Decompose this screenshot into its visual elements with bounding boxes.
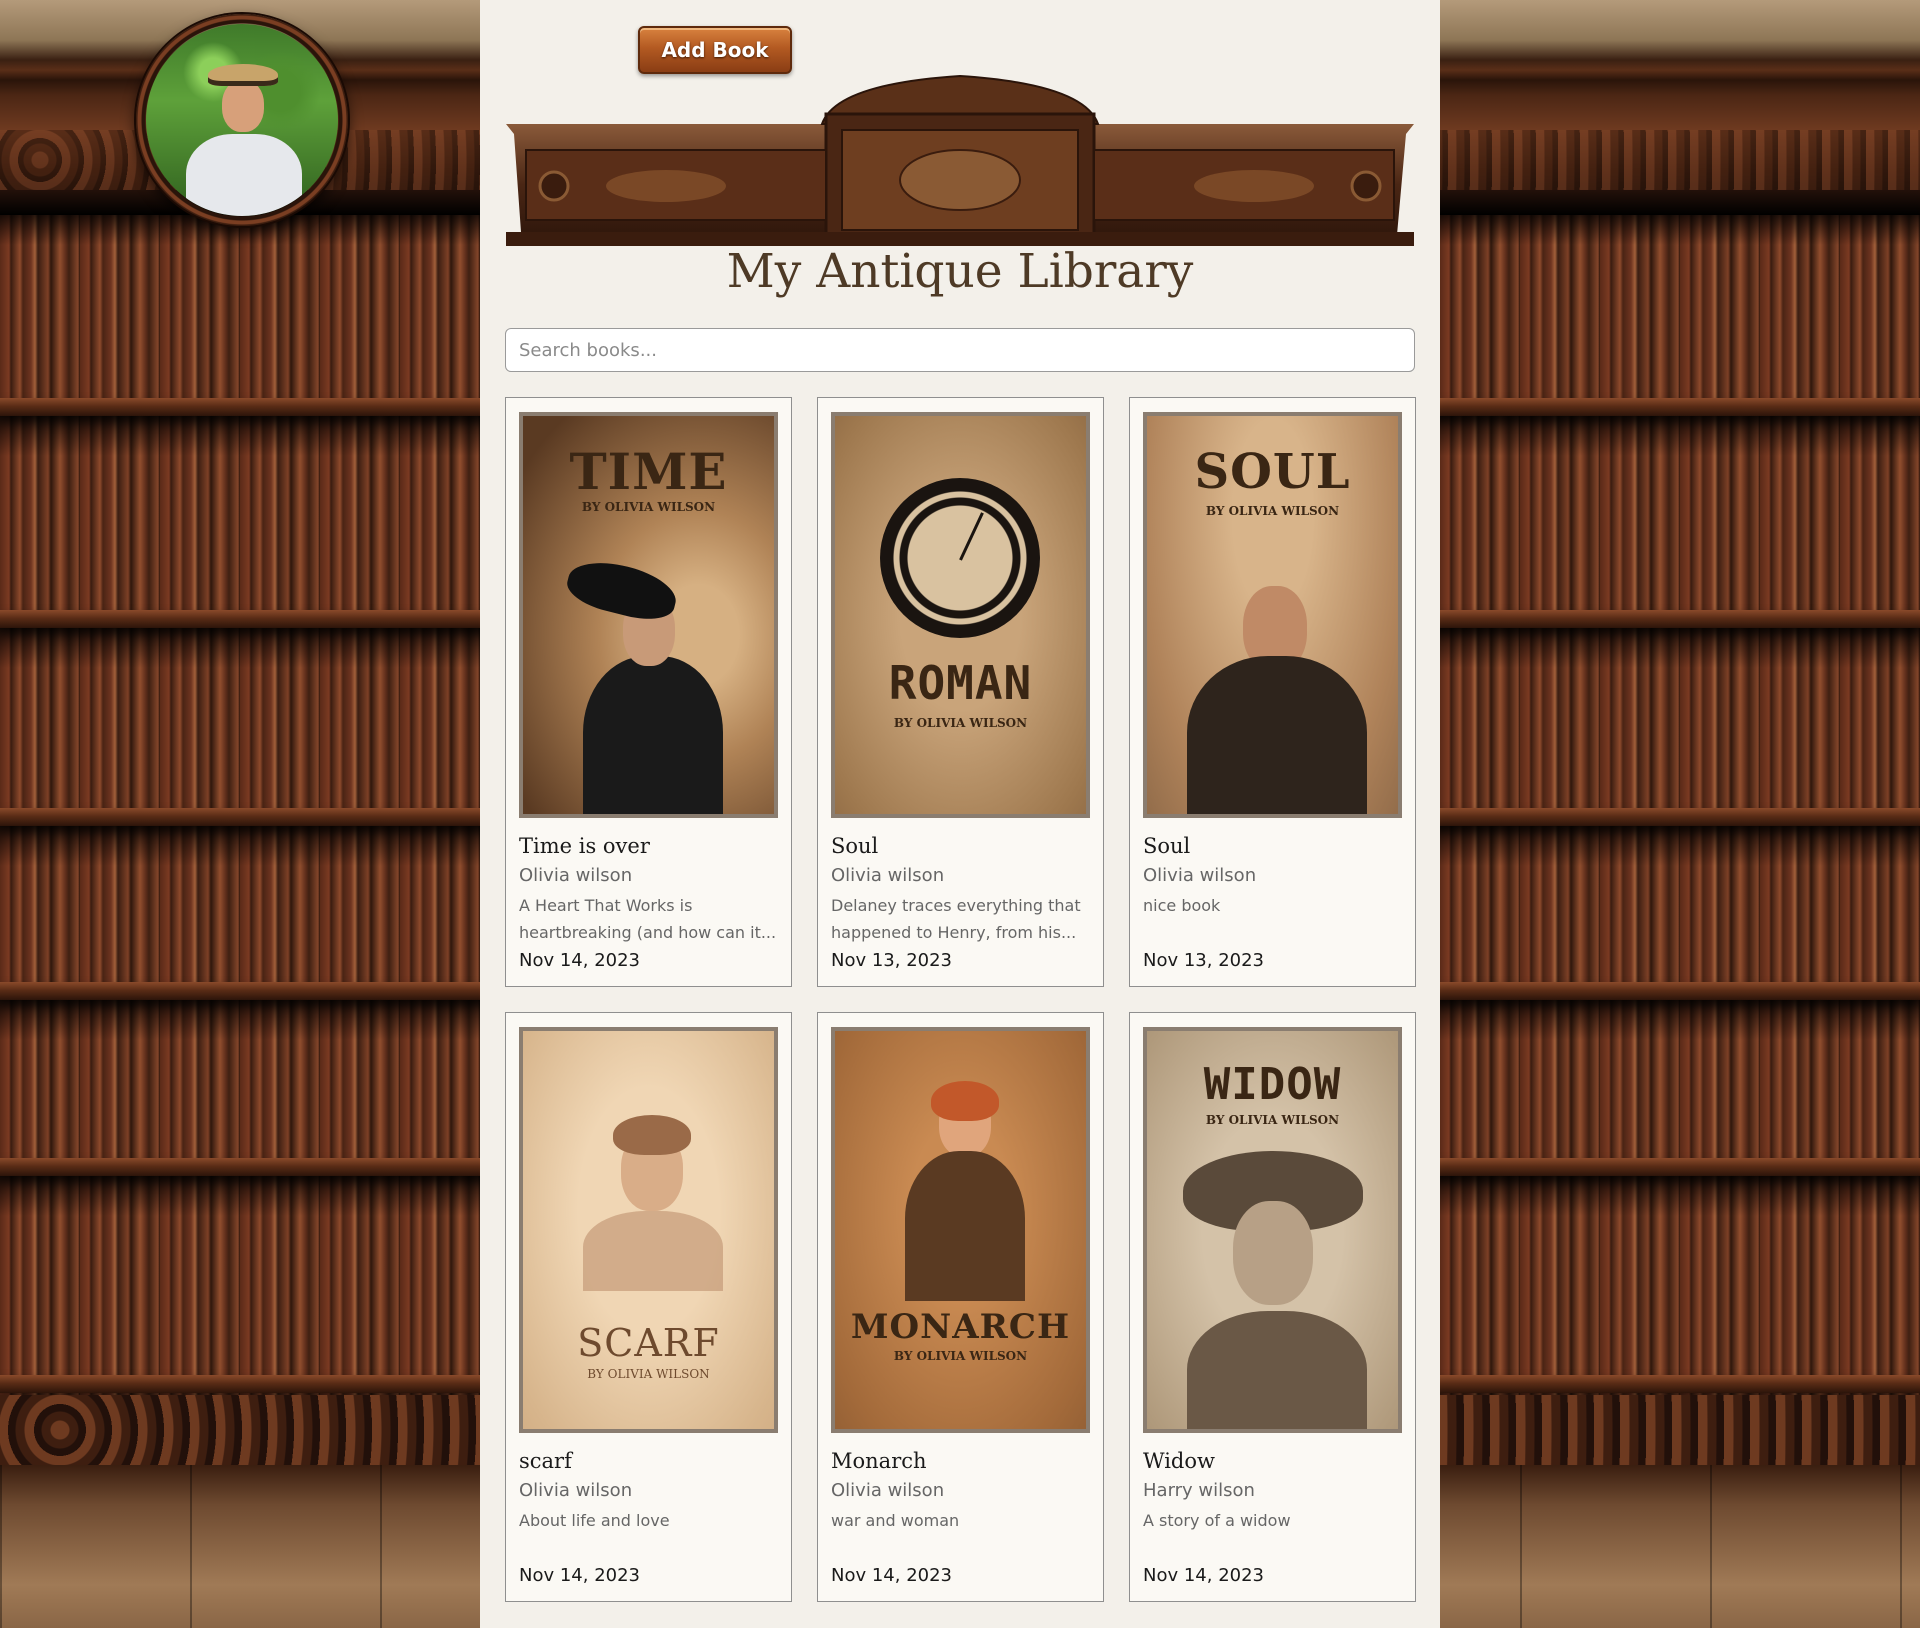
cover-byline: BY OLIVIA WILSON — [1205, 1113, 1340, 1127]
page-title: My Antique Library — [726, 244, 1194, 299]
cover-byline: BY OLIVIA WILSON — [1205, 504, 1340, 518]
book-date: Nov 13, 2023 — [1143, 950, 1265, 971]
figure-face — [1233, 1201, 1313, 1305]
figure-body — [1187, 1311, 1367, 1429]
book-date: Nov 14, 2023 — [1143, 1565, 1265, 1586]
book-title: Soul — [1143, 834, 1191, 858]
figure-body — [583, 1211, 723, 1291]
mantel-ornament-graphic — [506, 74, 1414, 246]
book-card[interactable]: WIDOW BY OLIVIA WILSON Widow Harry wilso… — [1129, 1012, 1416, 1602]
book-card[interactable]: MONARCH BY OLIVIA WILSON Monarch Olivia … — [817, 1012, 1104, 1602]
cover-title: SCARF — [577, 1321, 720, 1365]
avatar-hat — [208, 64, 278, 86]
cover-title: MONARCH — [850, 1307, 1071, 1347]
cover-title: ROMAN — [888, 656, 1033, 710]
cover-title: WIDOW — [1203, 1059, 1342, 1110]
book-author: Olivia wilson — [831, 1480, 945, 1501]
mantel-ornament — [506, 74, 1414, 246]
cover-byline: BY OLIVIA WILSON — [893, 716, 1028, 730]
figure-body — [583, 656, 723, 814]
book-description: nice book — [1143, 896, 1221, 915]
book-description: A story of a widow — [1143, 1511, 1291, 1530]
avatar-shirt — [186, 134, 302, 216]
figure-body — [905, 1151, 1025, 1301]
figure-hair — [931, 1081, 999, 1121]
book-date: Nov 13, 2023 — [831, 950, 953, 971]
book-date: Nov 14, 2023 — [519, 1565, 641, 1586]
book-title: scarf — [519, 1449, 572, 1473]
book-title: Time is over — [519, 834, 650, 858]
figure-scarf — [613, 1115, 691, 1155]
book-card[interactable]: SOUL BY OLIVIA WILSON Soul Olivia wilson… — [1129, 397, 1416, 987]
book-author: Olivia wilson — [1143, 865, 1257, 886]
book-title: Soul — [831, 834, 879, 858]
book-cover: MONARCH BY OLIVIA WILSON — [831, 1027, 1090, 1433]
book-cover: WIDOW BY OLIVIA WILSON — [1143, 1027, 1402, 1433]
figure-body — [1187, 656, 1367, 814]
book-title: Widow — [1143, 1449, 1215, 1473]
book-date: Nov 14, 2023 — [831, 1565, 953, 1586]
search-input[interactable] — [505, 328, 1415, 372]
book-description: war and woman — [831, 1511, 960, 1530]
book-cover: SOUL BY OLIVIA WILSON — [1143, 412, 1402, 818]
book-author: Olivia wilson — [831, 865, 945, 886]
book-author: Harry wilson — [1143, 1480, 1255, 1501]
book-title: Monarch — [831, 1449, 927, 1473]
cover-title: SOUL — [1194, 444, 1351, 500]
figure-hat — [562, 553, 682, 627]
book-description: Delaney traces everything that happened … — [831, 896, 1081, 942]
cover-byline: BY OLIVIA WILSON — [581, 500, 716, 514]
book-cover: SCARF BY OLIVIA WILSON — [519, 1027, 778, 1433]
book-grid: TIME BY OLIVIA WILSON Time is over Olivi… — [505, 397, 1416, 1602]
add-book-button[interactable]: Add Book — [638, 26, 792, 74]
book-date: Nov 14, 2023 — [519, 950, 641, 971]
cover-title: TIME — [569, 442, 728, 501]
book-cover: ROMAN BY OLIVIA WILSON — [831, 412, 1090, 818]
avatar-face — [222, 80, 264, 132]
book-card[interactable]: ROMAN BY OLIVIA WILSON Soul Olivia wilso… — [817, 397, 1104, 987]
avatar[interactable] — [136, 14, 348, 226]
book-description: About life and love — [519, 1511, 670, 1530]
book-author: Olivia wilson — [519, 865, 633, 886]
book-cover: TIME BY OLIVIA WILSON — [519, 412, 778, 818]
cover-byline: BY OLIVIA WILSON — [587, 1367, 710, 1381]
avatar-photo — [146, 24, 338, 216]
book-author: Olivia wilson — [519, 1480, 633, 1501]
book-description: A Heart That Works is heartbreaking (and… — [519, 896, 777, 942]
cover-byline: BY OLIVIA WILSON — [893, 1349, 1028, 1363]
main-panel: Add Book My Antique Library Search books… — [480, 0, 1440, 1628]
book-card[interactable]: SCARF BY OLIVIA WILSON scarf Olivia wils… — [505, 1012, 792, 1602]
book-card[interactable]: TIME BY OLIVIA WILSON Time is over Olivi… — [505, 397, 792, 987]
